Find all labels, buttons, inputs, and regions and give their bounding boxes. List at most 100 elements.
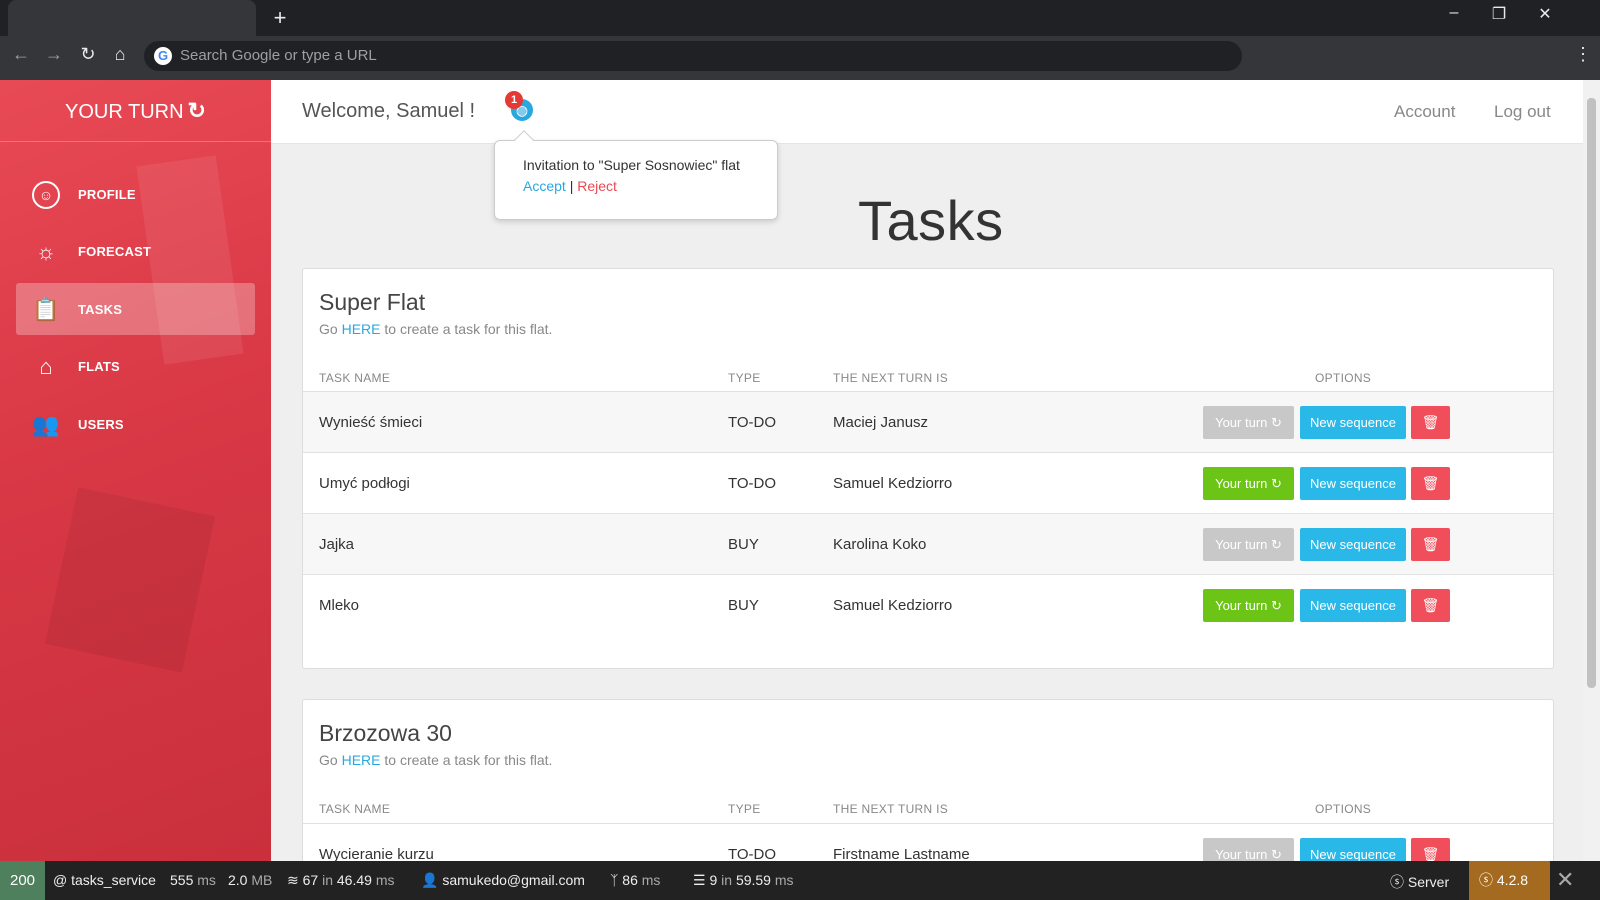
twig-icon: ᛉ (610, 872, 619, 888)
welcome-message: Welcome, Samuel ! (302, 100, 476, 122)
twig-render-time[interactable]: ᛉ 86 ms (610, 872, 660, 888)
your-turn-button[interactable]: Your turn ↻ (1203, 528, 1294, 561)
new-sequence-button[interactable]: New sequence (1300, 406, 1406, 439)
hint-text: Go (319, 321, 342, 337)
scrollbar-thumb[interactable] (1587, 98, 1596, 688)
trash-icon: 🗑 (1421, 846, 1440, 862)
user-icon: 👤 (421, 872, 439, 888)
database-icon: ≋ (287, 872, 299, 888)
accept-link[interactable]: Accept (523, 178, 566, 194)
your-turn-button[interactable]: Your turn ↻ (1203, 467, 1294, 500)
unit: ms (375, 872, 395, 888)
reload-icon[interactable]: ↻ (75, 44, 101, 65)
route-name[interactable]: @ tasks_service (53, 872, 156, 888)
column-header-task-name: TASK NAME (319, 802, 391, 816)
flat-title: Brzozowa 30 (319, 720, 452, 746)
sidebar-item-tasks[interactable]: 📋 TASKS (16, 283, 255, 335)
top-header: Welcome, Samuel ! ◍ 1 Account Log out (271, 80, 1583, 144)
background-decoration (44, 487, 216, 673)
sidebar-item-users[interactable]: 👥 USERS (16, 398, 255, 450)
reject-link[interactable]: Reject (577, 178, 617, 194)
your-turn-button[interactable]: Your turn ↻ (1203, 406, 1294, 439)
new-sequence-button[interactable]: New sequence (1300, 528, 1406, 561)
forward-icon[interactable]: → (41, 44, 67, 65)
create-task-link[interactable]: HERE (342, 752, 381, 768)
logged-user[interactable]: 👤 samukedo@gmail.com (421, 872, 585, 889)
in-label: in (721, 872, 733, 888)
server-label: Server (1407, 874, 1450, 890)
browser-menu-icon[interactable]: ⋮ (1574, 44, 1592, 65)
home-icon[interactable]: ⌂ (107, 44, 133, 65)
sidebar-item-profile[interactable]: ☺ PROFILE (16, 168, 255, 220)
your-turn-button[interactable]: Your turn ↻ (1203, 589, 1294, 622)
sidebar: YOUR TURN ↻ ☺ PROFILE ☼ FORECAST 📋 TASKS … (0, 80, 271, 861)
flat-title: Super Flat (319, 289, 426, 315)
delete-button[interactable]: 🗑 (1411, 528, 1450, 561)
close-icon[interactable]: ✕ (1556, 867, 1574, 893)
memory-value: 2.0 (228, 872, 248, 888)
unit: MB (251, 872, 273, 888)
brand-text: YOUR TURN (65, 101, 184, 123)
invitation-popover: Invitation to "Super Sosnowiec" flat Acc… (494, 130, 778, 220)
google-icon: G (154, 47, 172, 65)
cache-stats[interactable]: ☰ 9 in 59.59 ms (693, 872, 794, 889)
twig-time-value: 86 (622, 872, 638, 888)
in-label: in (322, 872, 333, 888)
account-link[interactable]: Account (1394, 102, 1455, 122)
button-label: Your turn (1215, 847, 1268, 862)
table-row: Umyć podłogi TO-DO Samuel Kedziorro Your… (303, 452, 1553, 513)
server-info[interactable]: ⓢ Server (1390, 872, 1449, 892)
user-email: samukedo@gmail.com (442, 872, 585, 888)
omnibox-placeholder: Search Google or type a URL (180, 47, 377, 64)
notification-badge: 1 (505, 91, 523, 109)
sidebar-item-forecast[interactable]: ☼ FORECAST (16, 225, 255, 277)
new-tab-icon[interactable]: + (270, 5, 290, 31)
unit: ms (197, 872, 216, 888)
cache-time: 59.59 (735, 872, 771, 888)
sidebar-item-flats[interactable]: ⌂ FLATS (16, 340, 255, 392)
symfony-version[interactable]: ⓢ 4.2.8 (1469, 861, 1550, 900)
delete-button[interactable]: 🗑 (1411, 589, 1450, 622)
browser-tab[interactable] (8, 0, 256, 36)
house-icon: ⌂ (39, 354, 53, 379)
sidebar-item-label: USERS (78, 417, 124, 432)
new-sequence-button[interactable]: New sequence (1300, 467, 1406, 500)
flat-card: Brzozowa 30 Go HERE to create a task for… (302, 699, 1554, 869)
page-scrollbar[interactable] (1583, 80, 1600, 861)
button-label: Your turn (1215, 537, 1268, 552)
database-queries[interactable]: ≋ 67 in 46.49 ms (287, 872, 395, 889)
table-row: Wynieść śmieci TO-DO Maciej Janusz Your … (303, 391, 1553, 452)
next-turn-user: Maciej Janusz (833, 414, 929, 431)
create-task-link[interactable]: HERE (342, 321, 381, 337)
sidebar-item-label: PROFILE (78, 187, 136, 202)
request-time[interactable]: 555 ms (170, 872, 216, 888)
task-name: Umyć podłogi (319, 475, 410, 492)
debug-toolbar: 200 @ tasks_service 555 ms 2.0 MB ≋ 67 i… (0, 861, 1600, 900)
memory-usage[interactable]: 2.0 MB (228, 872, 272, 888)
status-code[interactable]: 200 (0, 861, 45, 900)
task-name: Jajka (319, 536, 355, 553)
close-window-icon[interactable]: ✕ (1530, 4, 1560, 24)
refresh-icon: ↻ (187, 98, 206, 123)
column-header-type: TYPE (728, 371, 761, 385)
restore-icon[interactable]: ❐ (1484, 4, 1514, 24)
new-sequence-button[interactable]: New sequence (1300, 589, 1406, 622)
hint-text: to create a task for this flat. (380, 752, 553, 768)
delete-button[interactable]: 🗑 (1411, 406, 1450, 439)
next-turn-user: Karolina Koko (833, 536, 927, 553)
symfony-icon: ⓢ (1390, 874, 1404, 890)
task-name: Wynieść śmieci (319, 414, 423, 431)
delete-button[interactable]: 🗑 (1411, 467, 1450, 500)
back-icon[interactable]: ← (8, 44, 34, 65)
invitation-actions: Accept | Reject (523, 178, 777, 194)
logout-link[interactable]: Log out (1494, 102, 1551, 122)
minimize-icon[interactable]: – (1439, 4, 1469, 22)
omnibox[interactable]: G Search Google or type a URL (144, 41, 1242, 71)
column-header-task-name: TASK NAME (319, 371, 391, 385)
invitation-text: Invitation to "Super Sosnowiec" flat (523, 157, 740, 173)
column-header-options: OPTIONS (1315, 802, 1372, 816)
sidebar-item-label: TASKS (78, 302, 123, 317)
brand-logo[interactable]: YOUR TURN ↻ (0, 80, 271, 142)
version-value: 4.2.8 (1496, 872, 1529, 888)
trash-icon: 🗑 (1421, 597, 1440, 613)
